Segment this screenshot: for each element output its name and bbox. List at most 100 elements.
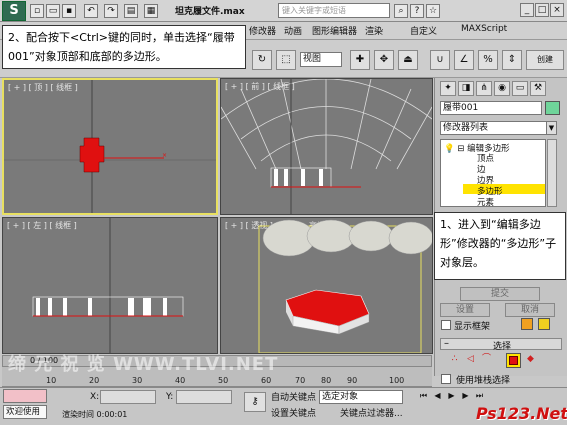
x-coordinate-field[interactable] [100,390,156,404]
set-key-button[interactable]: 设置关键点 [271,406,316,419]
tick-label: 60 [261,376,272,385]
rotate-tool-icon[interactable]: ↻ [252,50,272,70]
spinner-snap-icon[interactable]: ⇕ [502,50,522,70]
menu-item-animation[interactable]: 动画 [284,24,302,37]
viewport-front[interactable]: [ + ] [ 前 ] [ 线框 ] [220,78,433,215]
maxscript-listener-box[interactable] [3,389,47,403]
border-mode-icon[interactable]: ⌒ [480,354,493,367]
snap-toggle-icon[interactable]: ∪ [430,50,450,70]
tick-label: 50 [218,376,229,385]
tick-label: 20 [89,376,100,385]
scale-tool-icon[interactable]: ⬚ [276,50,296,70]
redo-icon[interactable]: ↷ [104,4,118,18]
y-coordinate-label: Y: [166,392,174,402]
display-tab-icon[interactable]: ▭ [512,81,528,96]
app-logo-icon[interactable]: S [2,1,26,21]
menu-item-rendering[interactable]: 渲染 [365,24,383,37]
stack-scrollbar[interactable] [547,139,557,207]
edge-mode-icon[interactable]: ◁ [464,354,477,367]
cage-color-swatch-1[interactable] [521,318,533,330]
perspective-view-geometry [258,219,432,353]
modifier-list-dropdown[interactable]: 修改器列表 [440,121,557,135]
create-tab-icon[interactable]: ✦ [440,81,456,96]
y-coordinate-field[interactable] [176,390,232,404]
maximize-icon[interactable]: □ [535,3,549,17]
play-icon[interactable]: ▶ [446,390,457,402]
minimize-icon[interactable]: _ [520,3,534,17]
tick-label: 100 [389,376,405,385]
hierarchy-tab-icon[interactable]: ⋔ [476,81,492,96]
close-icon[interactable]: × [550,3,564,17]
use-stack-selection-checkbox[interactable] [441,374,451,384]
next-frame-icon[interactable]: ▶ [460,390,471,402]
reference-coordinate-select[interactable]: 视图 [300,52,342,67]
cage-color-swatch-2[interactable] [538,318,550,330]
bulb-icon: 💡 [444,144,455,154]
viewport-left[interactable]: [ + ] [ 左 ] [ 线框 ] [2,217,218,354]
create-selection-set-button[interactable]: 创建 [526,50,564,70]
instruction-callout-step1: 1、进入到“编辑多边形”修改器的“多边形”子对象层。 [434,212,566,280]
key-selection-dropdown[interactable]: 选定对象 [319,390,403,404]
collapse-icon[interactable]: – [444,338,449,349]
window-controls: _ □ × [519,3,564,17]
tick-label: 80 [321,376,332,385]
element-mode-icon[interactable]: ◆ [524,354,537,367]
polygon-mode-icon [509,356,518,365]
instruction-callout-step2: 2、配合按下<Ctrl>键的同时，单击选择“履带 001”对象顶部和底部的多边形… [2,25,246,69]
watermark-tlvi: 缔 元 祝 览 WWW.TLVI.NET [8,354,279,375]
open-file-icon[interactable]: ▭ [46,4,60,18]
cancel-button[interactable]: 取消 [505,303,555,317]
vertex-mode-icon[interactable]: ∴ [448,354,461,367]
hold-icon[interactable]: ▤ [124,4,138,18]
object-name-field[interactable]: 履带001 [440,101,542,115]
percent-snap-icon[interactable]: % [478,50,498,70]
motion-tab-icon[interactable]: ◉ [494,81,510,96]
angle-snap-icon[interactable]: ∠ [454,50,474,70]
watermark-ps123: Ps123.Net [476,404,567,423]
pivot-center-icon[interactable]: ✚ [350,50,370,70]
previous-frame-icon[interactable]: ◀ [432,390,443,402]
settings-button[interactable]: 设置 [440,303,490,317]
viewport-top[interactable]: [ + ] [ 顶 ] [ 线框 ] × [2,78,218,215]
go-to-start-icon[interactable]: ⏮ [418,390,429,402]
search-icon[interactable]: ⌕ [394,4,408,18]
top-view-geometry: × [4,80,216,213]
star-icon[interactable]: ☆ [426,4,440,18]
commit-button[interactable]: 提交 [460,287,540,301]
show-cage-label: 显示框架 [454,322,491,332]
tick-label: 30 [132,376,143,385]
utilities-tab-icon[interactable]: ⚒ [530,81,546,96]
viewport-perspective[interactable]: [ + ] [ 透视 ] [ 平滑 + 高光 ] [220,217,433,354]
window-title: 坦克履文件.max [175,7,245,17]
x-coordinate-label: X: [90,392,100,402]
go-to-end-icon[interactable]: ⏭ [474,390,485,402]
show-cage-checkbox[interactable] [441,320,451,330]
search-input[interactable]: 键入关键字或短语 [278,3,390,18]
select-manipulate-icon[interactable]: ✥ [374,50,394,70]
modifier-stack: 💡 ⊟ 编辑多边形 顶点 边 边界 多边形 元素 [440,139,546,208]
keyboard-shortcut-icon[interactable]: ⏏ [398,50,418,70]
tick-label: 70 [295,376,306,385]
stack-item-element[interactable]: 元素 [477,196,494,208]
welcome-text: 欢迎使用 [3,405,47,419]
undo-icon[interactable]: ↶ [84,4,98,18]
left-view-geometry [32,218,184,353]
menu-item-modifiers[interactable]: 修改器 [249,24,276,37]
menu-item-customize[interactable]: 自定义 [410,24,437,37]
new-file-icon[interactable]: ▫ [30,4,44,18]
object-color-swatch[interactable] [545,101,560,115]
key-filters-button[interactable]: 关键点过滤器... [340,406,403,419]
svg-text:×: × [162,152,167,159]
fetch-icon[interactable]: ▦ [144,4,158,18]
front-view-geometry [221,79,432,214]
tick-label: 10 [46,376,57,385]
modify-tab-icon[interactable]: ◨ [458,81,474,96]
key-icon[interactable]: ⚷ [244,392,266,412]
chevron-down-icon[interactable]: ▼ [546,122,556,134]
auto-key-button[interactable]: 自动关键点 [271,390,316,403]
save-file-icon[interactable]: ▪ [62,4,76,18]
help-icon[interactable]: ? [410,4,424,18]
menu-item-graph-editors[interactable]: 图形编辑器 [312,24,357,37]
menu-item-maxscript[interactable]: MAXScript [461,24,507,34]
use-stack-selection-label: 使用堆栈选择 [456,376,511,386]
